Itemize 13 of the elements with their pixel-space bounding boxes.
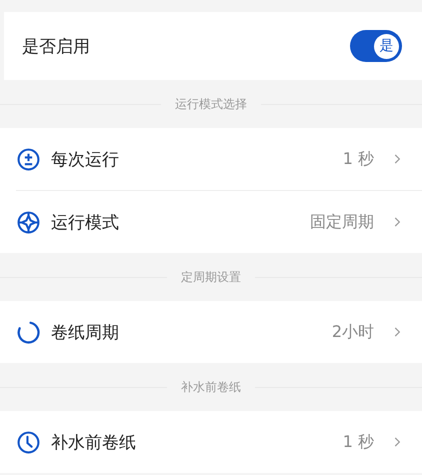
setting-row[interactable]: 运行模式 固定周期 xyxy=(16,190,422,253)
clock-icon xyxy=(16,430,41,454)
section-title: 运行模式选择 xyxy=(175,96,247,112)
setting-row[interactable]: 卷纸周期 2小时 xyxy=(0,301,422,363)
setting-row[interactable]: 每次运行 1 秒 xyxy=(0,128,422,190)
compass-icon xyxy=(16,210,41,234)
arc-icon xyxy=(16,320,41,344)
section-title: 补水前卷纸 xyxy=(181,378,241,396)
section-title: 定周期设置 xyxy=(181,268,241,286)
enable-switch[interactable]: 是 xyxy=(350,30,402,62)
setting-row[interactable]: 补水前卷纸 1 秒 xyxy=(0,411,422,473)
plus-minus-icon xyxy=(16,146,41,172)
setting-label: 是否启用 xyxy=(22,36,90,58)
